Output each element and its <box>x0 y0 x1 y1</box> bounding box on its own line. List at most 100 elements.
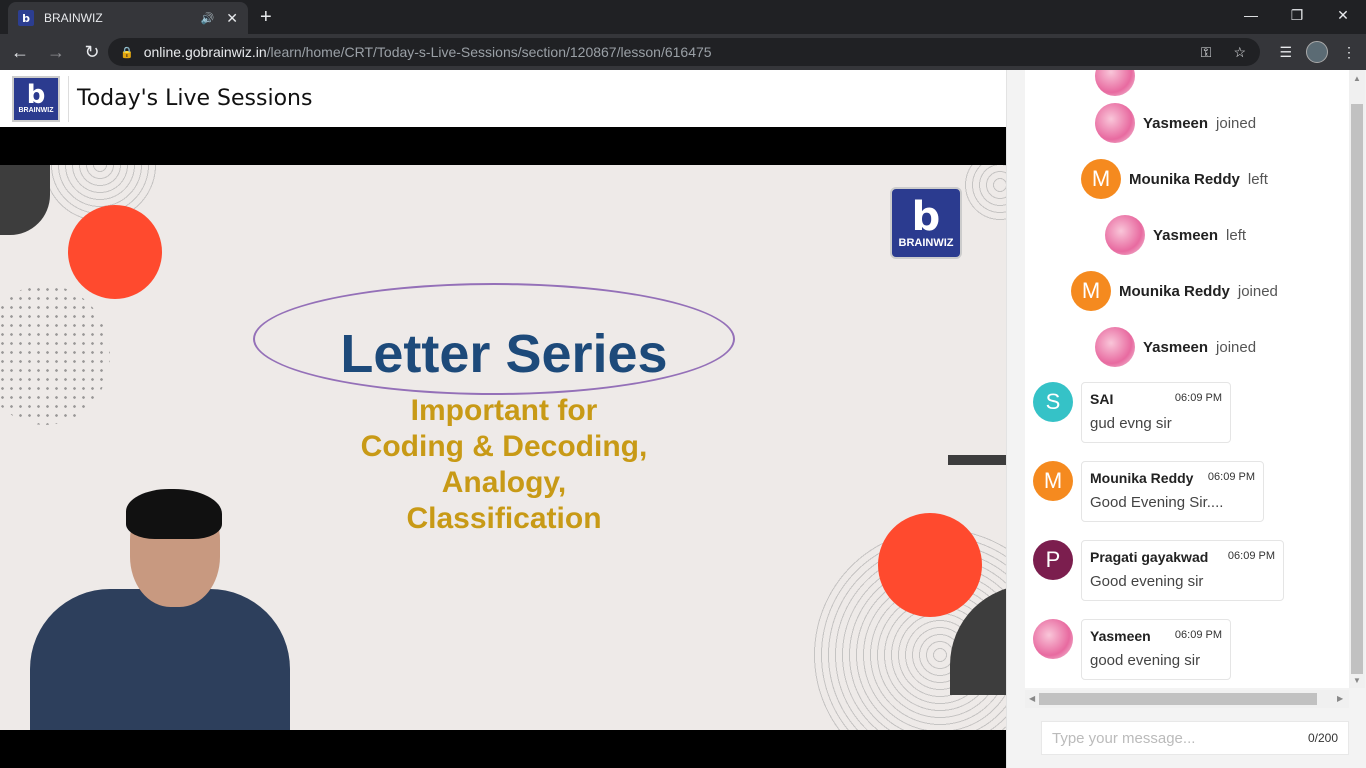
event-action: joined <box>1216 338 1257 356</box>
slide-subtitle: Important for Coding & Decoding, Analogy… <box>254 393 754 537</box>
header-divider <box>68 75 69 122</box>
chat-horizontal-scrollbar[interactable]: ◀ ▶ <box>1025 690 1349 708</box>
scroll-down-icon[interactable]: ▼ <box>1353 676 1361 685</box>
dot-pattern <box>0 285 110 425</box>
reload-icon[interactable]: ↻ <box>76 36 108 68</box>
logo-text: BRAINWIZ <box>18 107 54 114</box>
slide-subtitle-line: Coding & Decoding, <box>360 430 648 463</box>
avatar: M <box>1033 461 1073 501</box>
chat-message: P Pragati gayakwad 06:09 PM Good evening… <box>1033 540 1284 601</box>
avatar: P <box>1033 540 1073 580</box>
decor-shape <box>0 165 50 235</box>
new-tab-icon[interactable]: + <box>260 6 272 29</box>
chat-event: Yasmeen joined <box>1095 103 1256 143</box>
event-user: Mounika Reddy <box>1119 282 1230 300</box>
presenter-hair <box>126 489 222 539</box>
url-path: /learn/home/CRT/Today-s-Live-Sessions/se… <box>266 44 712 60</box>
event-user: Yasmeen <box>1143 338 1209 356</box>
favicon-icon: b <box>18 10 34 26</box>
page-title: Today's Live Sessions <box>77 86 313 111</box>
chat-input-box: 0/200 <box>1041 721 1349 755</box>
event-user: Yasmeen <box>1153 226 1219 244</box>
browser-toolbar: ← → ↻ 🔒 online.gobrainwiz.in/learn/home/… <box>0 34 1366 70</box>
audio-playing-icon[interactable]: 🔊 <box>201 12 215 25</box>
back-icon[interactable]: ← <box>4 36 36 68</box>
lock-icon[interactable]: 🔒 <box>120 46 134 59</box>
decor-shape <box>948 455 1006 465</box>
scroll-left-icon[interactable]: ◀ <box>1029 694 1035 703</box>
browser-tab-bar: b BRAINWIZ 🔊 ✕ + — ❐ ✕ <box>0 0 1366 34</box>
tab-title: BRAINWIZ <box>44 11 103 25</box>
video-player[interactable]: b BRAINWIZ Letter Series Important for C… <box>0 127 1006 768</box>
chat-message: M Mounika Reddy 06:09 PM Good Evening Si… <box>1033 461 1264 522</box>
video-letterbox <box>0 730 1006 768</box>
avatar: S <box>1033 382 1073 422</box>
chat-message: Yasmeen 06:09 PM good evening sir <box>1033 619 1231 680</box>
chat-event: M Mounika Reddy joined <box>1071 271 1278 311</box>
message-time: 06:09 PM <box>1174 392 1222 404</box>
scroll-up-icon[interactable]: ▲ <box>1353 74 1361 83</box>
avatar <box>1105 215 1145 255</box>
message-bubble: Yasmeen 06:09 PM good evening sir <box>1081 619 1231 680</box>
brainwiz-logo[interactable]: b BRAINWIZ <box>12 75 60 122</box>
event-user: Yasmeen <box>1143 114 1209 132</box>
avatar <box>1095 70 1135 96</box>
restore-icon[interactable]: ❐ <box>1274 0 1320 30</box>
forward-icon[interactable]: → <box>40 36 72 68</box>
slide-logo-letter: b <box>911 194 941 240</box>
message-text: good evening sir <box>1090 652 1201 669</box>
address-bar[interactable]: 🔒 online.gobrainwiz.in/learn/home/CRT/To… <box>108 38 1260 66</box>
chat-message-input[interactable] <box>1052 729 1308 747</box>
menu-icon[interactable]: ⋮ <box>1342 44 1356 61</box>
logo-letter: b <box>26 80 46 110</box>
chat-event: M Mounika Reddy left <box>1081 159 1268 199</box>
chat-vertical-scrollbar[interactable]: ▲ ▼ <box>1349 70 1365 688</box>
slide-logo-text: BRAINWIZ <box>898 237 954 249</box>
avatar <box>1095 327 1135 367</box>
chat-feed[interactable]: Yasmeen joined M Mounika Reddy left Yasm… <box>1025 70 1349 688</box>
decor-circle <box>878 513 982 617</box>
message-text: Good Evening Sir.... <box>1090 494 1224 511</box>
chat-panel: Yasmeen joined M Mounika Reddy left Yasm… <box>1006 70 1366 768</box>
slide-subtitle-line: Classification <box>406 502 602 535</box>
message-time: 06:09 PM <box>1174 629 1222 641</box>
event-user: Mounika Reddy <box>1129 170 1240 188</box>
ring-pattern <box>960 165 1006 225</box>
browser-tab[interactable]: b BRAINWIZ 🔊 ✕ <box>8 2 248 34</box>
avatar: M <box>1081 159 1121 199</box>
slide-subtitle-line: Analogy, <box>441 466 567 499</box>
media-control-icon[interactable]: ☰ <box>1279 44 1292 61</box>
avatar <box>1033 619 1073 659</box>
message-text: gud evng sir <box>1090 415 1172 432</box>
minimize-icon[interactable]: — <box>1228 0 1274 30</box>
chat-message: S SAI 06:09 PM gud evng sir <box>1033 382 1231 443</box>
scroll-right-icon[interactable]: ▶ <box>1337 694 1343 703</box>
slide-brainwiz-logo: b BRAINWIZ <box>890 187 962 259</box>
scrollbar-thumb[interactable] <box>1351 104 1363 674</box>
chat-event <box>1095 70 1143 96</box>
avatar: M <box>1071 271 1111 311</box>
message-bubble: Mounika Reddy 06:09 PM Good Evening Sir.… <box>1081 461 1264 522</box>
profile-avatar[interactable] <box>1306 41 1328 63</box>
event-action: left <box>1226 226 1247 244</box>
chat-event: Yasmeen left <box>1105 215 1246 255</box>
decor-circle <box>68 205 162 299</box>
message-bubble: Pragati gayakwad 06:09 PM Good evening s… <box>1081 540 1284 601</box>
message-time: 06:09 PM <box>1207 471 1255 483</box>
message-time: 06:09 PM <box>1227 550 1275 562</box>
key-icon[interactable]: ⚿ <box>1201 44 1212 61</box>
page: b BRAINWIZ Today's Live Sessions b BRAIN… <box>0 70 1366 768</box>
url-host: online.gobrainwiz.in <box>143 44 267 60</box>
event-action: left <box>1247 170 1268 188</box>
message-bubble: SAI 06:09 PM gud evng sir <box>1081 382 1231 443</box>
page-header: b BRAINWIZ Today's Live Sessions <box>0 70 1006 127</box>
close-tab-icon[interactable]: ✕ <box>226 10 238 27</box>
message-text: Good evening sir <box>1090 573 1204 590</box>
star-icon[interactable]: ☆ <box>1233 44 1246 61</box>
window-close-icon[interactable]: ✕ <box>1320 0 1366 30</box>
slide-subtitle-line: Important for <box>410 394 598 427</box>
avatar <box>1095 103 1135 143</box>
scrollbar-thumb[interactable] <box>1039 693 1317 705</box>
presentation-slide: b BRAINWIZ Letter Series Important for C… <box>0 165 1006 730</box>
event-action: joined <box>1237 282 1278 300</box>
